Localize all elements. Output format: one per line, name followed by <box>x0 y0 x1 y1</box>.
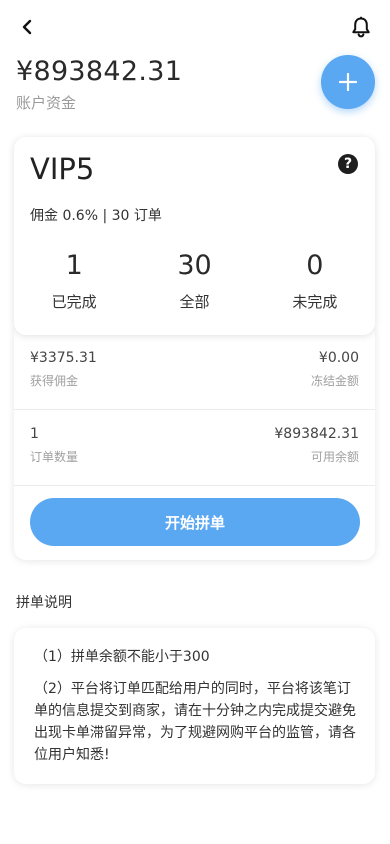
order-count-label: 订单数量 <box>30 450 79 464</box>
available-cell: ¥893842.31 可用余额 <box>274 426 359 465</box>
commission-label: 获得佣金 <box>30 374 79 388</box>
available-label: 可用余额 <box>310 450 359 464</box>
frozen-cell: ¥0.00 冻结金额 <box>311 350 359 389</box>
back-button[interactable] <box>14 14 40 40</box>
account-balance-label: 账户资金 <box>16 94 77 112</box>
instruction-item: （1）拼单余额不能小于300 <box>34 649 210 665</box>
available-value: ¥893842.31 <box>274 426 359 442</box>
instructions-card: （1）拼单余额不能小于300 （2）平台将订单匹配给用户的同时，平台将该笔订单的… <box>14 628 375 784</box>
add-button[interactable] <box>321 55 375 109</box>
stat-label: 全部 <box>179 293 210 311</box>
frozen-value: ¥0.00 <box>318 350 359 366</box>
stat-value: 0 <box>306 250 324 281</box>
vip-card: VIP5 ? 佣金 0.6% | 30 订单 1 已完成 30 全部 0 未完成 <box>14 137 375 335</box>
commission-value: ¥3375.31 <box>30 350 97 366</box>
instructions-title: 拼单说明 <box>16 595 72 611</box>
plus-icon <box>338 72 358 92</box>
stat-label: 已完成 <box>51 293 97 311</box>
instruction-item: （2）平台将订单匹配给用户的同时，平台将该笔订单的信息提交到商家，请在十分钟之内… <box>34 681 356 763</box>
order-stats: 1 已完成 30 全部 0 未完成 <box>14 249 375 319</box>
order-count-cell: 1 订单数量 <box>30 426 78 465</box>
vip-level: VIP5 <box>30 152 95 186</box>
stat-completed[interactable]: 1 已完成 <box>14 249 134 319</box>
start-order-button[interactable]: 开始拼单 <box>30 498 360 546</box>
frozen-label: 冻结金额 <box>310 374 359 388</box>
stat-incomplete[interactable]: 0 未完成 <box>255 249 375 319</box>
chevron-left-icon <box>22 19 32 35</box>
stat-label: 未完成 <box>292 293 338 311</box>
bell-icon <box>352 16 370 38</box>
stat-all[interactable]: 30 全部 <box>134 249 254 319</box>
top-bar <box>0 0 390 52</box>
summary-row: ¥3375.31 获得佣金 ¥0.00 冻结金额 <box>14 334 375 410</box>
question-circle-icon[interactable]: ? <box>338 154 358 174</box>
stat-value: 30 <box>177 250 212 281</box>
summary-row: 1 订单数量 ¥893842.31 可用余额 <box>14 410 375 486</box>
order-count-value: 1 <box>30 426 39 442</box>
notifications-button[interactable] <box>348 13 374 41</box>
order-summary-card: ¥3375.31 获得佣金 ¥0.00 冻结金额 1 订单数量 ¥893842.… <box>14 330 375 560</box>
vip-commission-info: 佣金 0.6% | 30 订单 <box>30 208 162 224</box>
stat-value: 1 <box>65 250 83 281</box>
account-balance: ¥893842.31 <box>16 56 183 87</box>
commission-cell: ¥3375.31 获得佣金 <box>30 350 97 389</box>
